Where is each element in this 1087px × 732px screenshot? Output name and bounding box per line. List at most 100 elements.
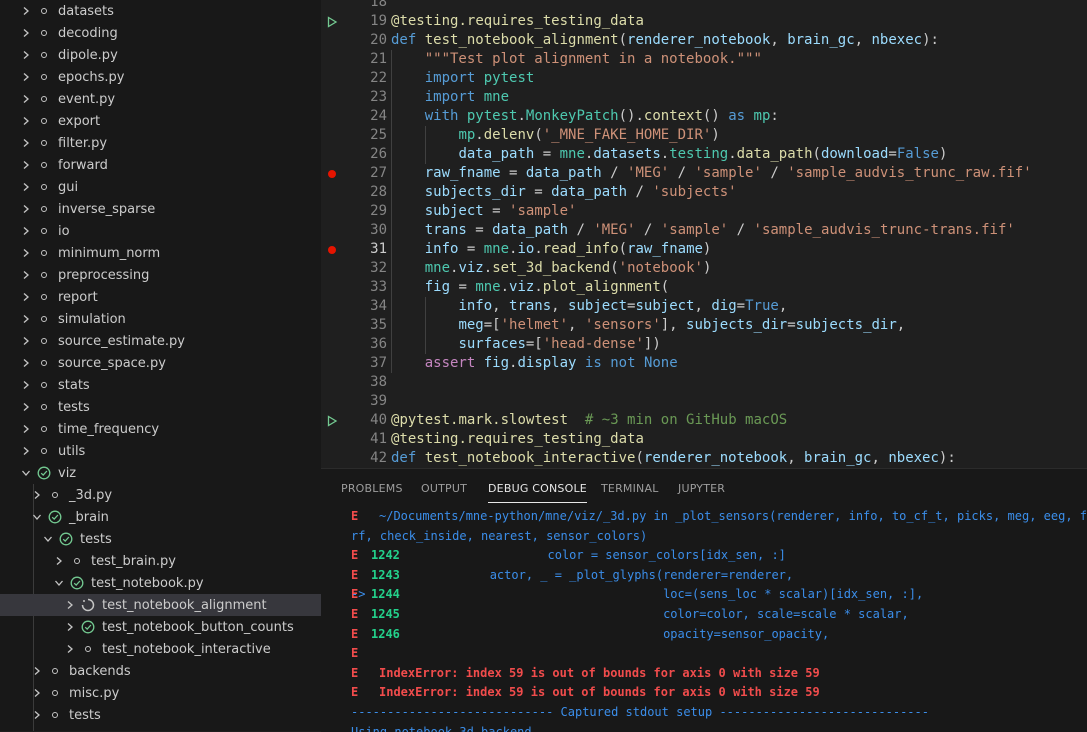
chevron-right-icon[interactable] [18,440,34,462]
code-line[interactable]: 36 surfaces=['head-dense']) [321,335,1087,354]
chevron-right-icon[interactable] [18,418,34,440]
tree-item[interactable]: misc.py [0,682,321,704]
chevron-right-icon[interactable] [18,22,34,44]
tree-item[interactable]: tests [0,704,321,726]
tree-item[interactable]: filter.py [0,132,321,154]
tree-item[interactable]: viz [0,462,321,484]
tree-item[interactable]: dipole.py [0,44,321,66]
code-line[interactable]: 25 mp.delenv('_MNE_FAKE_HOME_DIR') [321,126,1087,145]
chevron-down-icon[interactable] [51,572,67,594]
glyph-margin[interactable] [325,88,339,107]
tree-item[interactable]: source_space.py [0,352,321,374]
code-line[interactable]: 18 [321,0,1087,12]
glyph-margin[interactable] [325,145,339,164]
run-test-icon[interactable] [325,12,339,31]
code-line[interactable]: 40 @pytest.mark.slowtest # ~3 min on GitH… [321,411,1087,430]
tree-item[interactable]: test_brain.py [0,550,321,572]
tree-item[interactable]: backends [0,660,321,682]
glyph-margin[interactable] [325,316,339,335]
code-line[interactable]: 22 import pytest [321,69,1087,88]
chevron-right-icon[interactable] [29,682,45,704]
code-line[interactable]: 29 subject = 'sample' [321,202,1087,221]
code-line[interactable]: 32 mne.viz.set_3d_backend('notebook') [321,259,1087,278]
chevron-right-icon[interactable] [18,396,34,418]
glyph-margin[interactable] [325,392,339,411]
code-line[interactable]: 41 @testing.requires_testing_data [321,430,1087,449]
breakpoint-icon[interactable] [325,240,339,259]
tree-item[interactable]: forward [0,154,321,176]
code-editor[interactable]: 18 19 @testing.requires_testing_data 20 def … [321,0,1087,468]
code-line[interactable]: 42 def test_notebook_interactive(renderer… [321,449,1087,468]
tree-item[interactable]: tests [0,528,321,550]
tree-item[interactable]: simulation [0,308,321,330]
chevron-right-icon[interactable] [18,176,34,198]
tree-item[interactable]: decoding [0,22,321,44]
tree-item[interactable]: epochs.py [0,66,321,88]
chevron-right-icon[interactable] [18,154,34,176]
glyph-margin[interactable] [325,335,339,354]
glyph-margin[interactable] [325,278,339,297]
glyph-margin[interactable] [325,50,339,69]
code-line[interactable]: 35 meg=['helmet', 'sensors'], subjects_d… [321,316,1087,335]
code-line[interactable]: 34 info, trans, subject=subject, dig=Tru… [321,297,1087,316]
tree-item[interactable]: inverse_sparse [0,198,321,220]
tree-item[interactable]: _3d.py [0,484,321,506]
chevron-right-icon[interactable] [29,704,45,726]
tree-item[interactable]: tests [0,396,321,418]
chevron-right-icon[interactable] [18,242,34,264]
code-line[interactable]: 20 def test_notebook_alignment(renderer_n… [321,31,1087,50]
chevron-right-icon[interactable] [29,484,45,506]
tree-item[interactable]: _brain [0,506,321,528]
glyph-margin[interactable] [325,31,339,50]
glyph-margin[interactable] [325,69,339,88]
glyph-margin[interactable] [325,202,339,221]
chevron-right-icon[interactable] [29,660,45,682]
code-line[interactable]: 21 """Test plot alignment in a notebook.… [321,50,1087,69]
glyph-margin[interactable] [325,126,339,145]
tab-terminal[interactable]: TERMINAL [601,469,659,507]
glyph-margin[interactable] [325,373,339,392]
chevron-right-icon[interactable] [18,220,34,242]
tree-item[interactable]: io [0,220,321,242]
glyph-margin[interactable] [325,183,339,202]
glyph-margin[interactable] [325,297,339,316]
code-line[interactable]: 30 trans = data_path / 'MEG' / 'sample' … [321,221,1087,240]
tree-item[interactable]: preprocessing [0,264,321,286]
tree-item[interactable]: stats [0,374,321,396]
glyph-margin[interactable] [325,107,339,126]
tab-problems[interactable]: PROBLEMS [341,469,403,507]
tree-item[interactable]: report [0,286,321,308]
chevron-right-icon[interactable] [62,594,78,616]
glyph-margin[interactable] [325,449,339,468]
tree-item[interactable]: source_estimate.py [0,330,321,352]
tree-item[interactable]: utils [0,440,321,462]
tree-item[interactable]: event.py [0,88,321,110]
chevron-right-icon[interactable] [18,66,34,88]
code-line[interactable]: 23 import mne [321,88,1087,107]
tree-item[interactable]: test_notebook_interactive [0,638,321,660]
code-line[interactable]: 37 assert fig.display is not None [321,354,1087,373]
tab-jupyter[interactable]: JUPYTER [678,469,725,507]
tab-debug-console[interactable]: DEBUG CONSOLE [488,469,587,503]
tree-item[interactable]: time_frequency [0,418,321,440]
code-line[interactable]: 24 with pytest.MonkeyPatch().context() a… [321,107,1087,126]
chevron-right-icon[interactable] [62,616,78,638]
code-line[interactable]: 38 [321,373,1087,392]
chevron-right-icon[interactable] [18,88,34,110]
chevron-right-icon[interactable] [18,264,34,286]
code-line[interactable]: 27 raw_fname = data_path / 'MEG' / 'samp… [321,164,1087,183]
chevron-right-icon[interactable] [51,550,67,572]
chevron-right-icon[interactable] [18,330,34,352]
chevron-right-icon[interactable] [18,198,34,220]
chevron-right-icon[interactable] [18,308,34,330]
glyph-margin[interactable] [325,0,339,12]
chevron-right-icon[interactable] [18,0,34,22]
code-line[interactable]: 31 info = mne.io.read_info(raw_fname) [321,240,1087,259]
code-line[interactable]: 39 [321,392,1087,411]
tree-item[interactable]: test_notebook_alignment [0,594,321,616]
chevron-right-icon[interactable] [18,374,34,396]
chevron-down-icon[interactable] [40,528,56,550]
chevron-right-icon[interactable] [18,44,34,66]
tree-item[interactable]: test_notebook_button_counts [0,616,321,638]
glyph-margin[interactable] [325,259,339,278]
